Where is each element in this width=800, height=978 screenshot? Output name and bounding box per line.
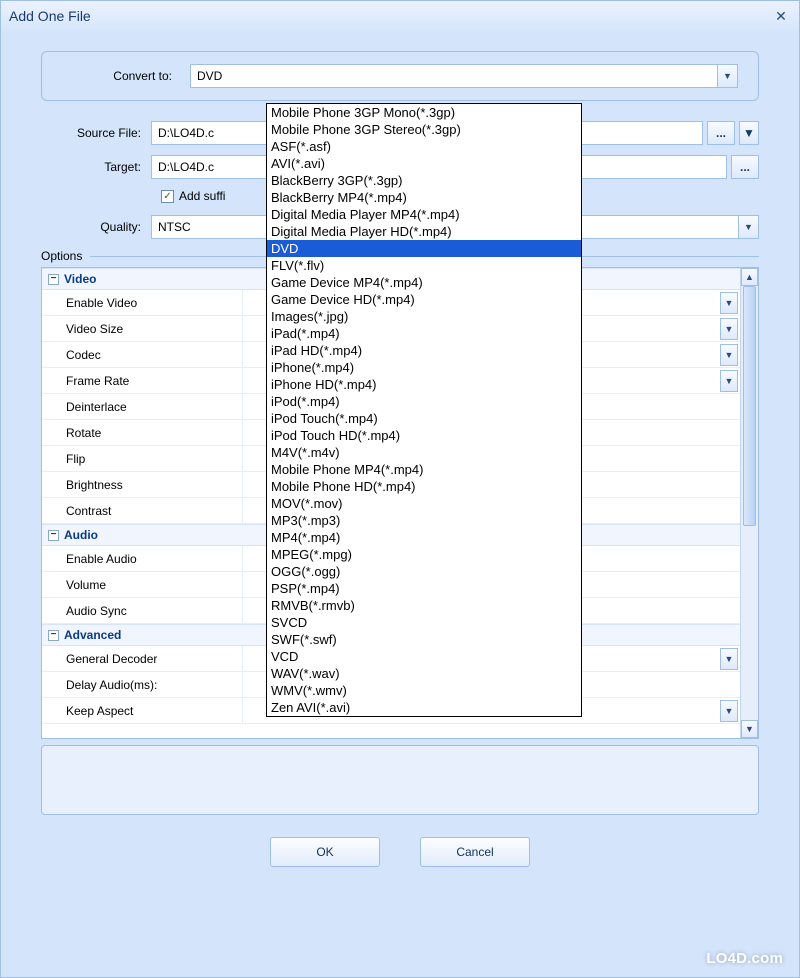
property-name: Deinterlace (42, 400, 242, 414)
dropdown-option[interactable]: MOV(*.mov) (267, 495, 581, 512)
property-name: Contrast (42, 504, 242, 518)
dropdown-option[interactable]: BlackBerry MP4(*.mp4) (267, 189, 581, 206)
scroll-up-icon[interactable]: ▲ (741, 268, 758, 286)
source-dropdown-button[interactable]: ▼ (739, 121, 759, 145)
chevron-down-icon[interactable]: ▼ (720, 700, 738, 722)
close-icon[interactable]: ✕ (771, 8, 791, 25)
dropdown-option[interactable]: BlackBerry 3GP(*.3gp) (267, 172, 581, 189)
watermark: LO4D.com (706, 950, 783, 967)
dropdown-option[interactable]: PSP(*.mp4) (267, 580, 581, 597)
convert-to-combo[interactable]: DVD ▼ (190, 64, 738, 88)
chevron-down-icon[interactable]: ▼ (720, 344, 738, 366)
collapse-icon[interactable]: − (48, 630, 59, 641)
dropdown-option[interactable]: Digital Media Player HD(*.mp4) (267, 223, 581, 240)
property-name: Audio Sync (42, 604, 242, 618)
source-file-label: Source File: (41, 126, 151, 140)
dropdown-option[interactable]: Zen AVI(*.avi) (267, 699, 581, 716)
convert-to-dropdown-list[interactable]: Mobile Phone 3GP Mono(*.3gp)Mobile Phone… (266, 103, 582, 717)
dropdown-option[interactable]: Images(*.jpg) (267, 308, 581, 325)
dropdown-option[interactable]: SWF(*.swf) (267, 631, 581, 648)
collapse-icon[interactable]: − (48, 530, 59, 541)
chevron-down-icon[interactable]: ▼ (717, 65, 737, 87)
window-title: Add One File (9, 8, 91, 24)
property-name: Keep Aspect (42, 704, 242, 718)
titlebar: Add One File ✕ (1, 1, 799, 31)
dropdown-option[interactable]: Mobile Phone 3GP Stereo(*.3gp) (267, 121, 581, 138)
chevron-down-icon[interactable]: ▼ (720, 292, 738, 314)
dropdown-option[interactable]: OGG(*.ogg) (267, 563, 581, 580)
ok-label: OK (316, 845, 333, 859)
dropdown-option[interactable]: M4V(*.m4v) (267, 444, 581, 461)
property-name: Video Size (42, 322, 242, 336)
property-name: Codec (42, 348, 242, 362)
source-browse-button[interactable]: ... (707, 121, 735, 145)
dropdown-option[interactable]: iPod(*.mp4) (267, 393, 581, 410)
cancel-button[interactable]: Cancel (420, 837, 530, 867)
scrollbar[interactable]: ▲ ▼ (740, 268, 758, 738)
dropdown-option[interactable]: Game Device MP4(*.mp4) (267, 274, 581, 291)
dropdown-option[interactable]: FLV(*.flv) (267, 257, 581, 274)
dropdown-option[interactable]: SVCD (267, 614, 581, 631)
dropdown-option[interactable]: VCD (267, 648, 581, 665)
dropdown-option[interactable]: iPod Touch(*.mp4) (267, 410, 581, 427)
category-label: Advanced (64, 628, 121, 642)
dropdown-option[interactable]: RMVB(*.rmvb) (267, 597, 581, 614)
scroll-thumb[interactable] (743, 286, 756, 526)
dropdown-option[interactable]: DVD (267, 240, 581, 257)
quality-label: Quality: (41, 220, 151, 234)
chevron-down-icon[interactable]: ▼ (738, 216, 758, 238)
suffix-label: Add suffi (179, 189, 225, 203)
convert-to-value: DVD (191, 69, 717, 83)
dropdown-option[interactable]: Game Device HD(*.mp4) (267, 291, 581, 308)
category-label: Video (64, 272, 96, 286)
suffix-checkbox[interactable]: ✓ (161, 190, 174, 203)
property-name: Rotate (42, 426, 242, 440)
dropdown-option[interactable]: AVI(*.avi) (267, 155, 581, 172)
property-name: Enable Audio (42, 552, 242, 566)
cancel-label: Cancel (456, 845, 493, 859)
property-name: General Decoder (42, 652, 242, 666)
property-name: Frame Rate (42, 374, 242, 388)
dropdown-option[interactable]: MPEG(*.mpg) (267, 546, 581, 563)
dropdown-option[interactable]: iPhone HD(*.mp4) (267, 376, 581, 393)
convert-to-label: Convert to: (62, 69, 172, 83)
dropdown-option[interactable]: WMV(*.wmv) (267, 682, 581, 699)
dialog-window: Add One File ✕ Convert to: DVD ▼ Source … (0, 0, 800, 978)
chevron-down-icon[interactable]: ▼ (720, 370, 738, 392)
dropdown-option[interactable]: Mobile Phone 3GP Mono(*.3gp) (267, 104, 581, 121)
target-browse-button[interactable]: ... (731, 155, 759, 179)
dropdown-option[interactable]: Digital Media Player MP4(*.mp4) (267, 206, 581, 223)
dropdown-option[interactable]: MP3(*.mp3) (267, 512, 581, 529)
dropdown-option[interactable]: Mobile Phone HD(*.mp4) (267, 478, 581, 495)
convert-frame: Convert to: DVD ▼ (41, 51, 759, 101)
target-label: Target: (41, 160, 151, 174)
chevron-down-icon[interactable]: ▼ (720, 318, 738, 340)
dropdown-option[interactable]: MP4(*.mp4) (267, 529, 581, 546)
property-name: Flip (42, 452, 242, 466)
dropdown-option[interactable]: Mobile Phone MP4(*.mp4) (267, 461, 581, 478)
property-name: Volume (42, 578, 242, 592)
dropdown-option[interactable]: iPad(*.mp4) (267, 325, 581, 342)
category-label: Audio (64, 528, 98, 542)
scroll-down-icon[interactable]: ▼ (741, 720, 758, 738)
dropdown-option[interactable]: iPhone(*.mp4) (267, 359, 581, 376)
dropdown-option[interactable]: iPad HD(*.mp4) (267, 342, 581, 359)
property-name: Enable Video (42, 296, 242, 310)
chevron-down-icon[interactable]: ▼ (720, 648, 738, 670)
dropdown-option[interactable]: WAV(*.wav) (267, 665, 581, 682)
collapse-icon[interactable]: − (48, 274, 59, 285)
dropdown-option[interactable]: iPod Touch HD(*.mp4) (267, 427, 581, 444)
button-row: OK Cancel (41, 837, 759, 867)
description-panel (41, 745, 759, 815)
property-name: Delay Audio(ms): (42, 678, 242, 692)
dropdown-option[interactable]: ASF(*.asf) (267, 138, 581, 155)
property-name: Brightness (42, 478, 242, 492)
options-label: Options (41, 249, 82, 263)
ok-button[interactable]: OK (270, 837, 380, 867)
